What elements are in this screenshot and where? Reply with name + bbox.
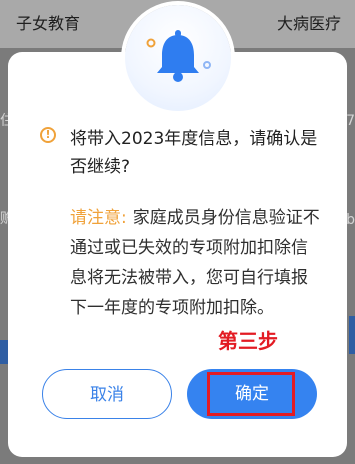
warning-icon: !: [40, 127, 56, 143]
cancel-button[interactable]: 取消: [42, 369, 172, 419]
bell-icon: [125, 5, 231, 111]
bg-label-serious-illness: 大病医疗: [276, 14, 341, 33]
annotation-highlight-box: [207, 372, 295, 416]
confirm-message: 将带入2023年度信息，请确认是否继续?: [70, 129, 318, 177]
bg-edge-char: 7: [346, 113, 355, 129]
bg-edge-char: b: [346, 212, 355, 228]
bg-divider: [0, 340, 8, 364]
confirm-dialog: ! 将带入2023年度信息，请确认是否继续? 请注意: 家庭成员身份信息验证不通过…: [8, 5, 347, 457]
bg-label-child-education: 子女教育: [16, 14, 81, 33]
bg-divider: [349, 316, 355, 354]
notice-text: 请注意: 家庭成员身份信息验证不通过或已失效的专项附加扣除信息将无法被带入，您可自…: [70, 203, 322, 323]
step-annotation: 第三步: [218, 329, 278, 353]
notice-label: 请注意:: [70, 208, 127, 228]
